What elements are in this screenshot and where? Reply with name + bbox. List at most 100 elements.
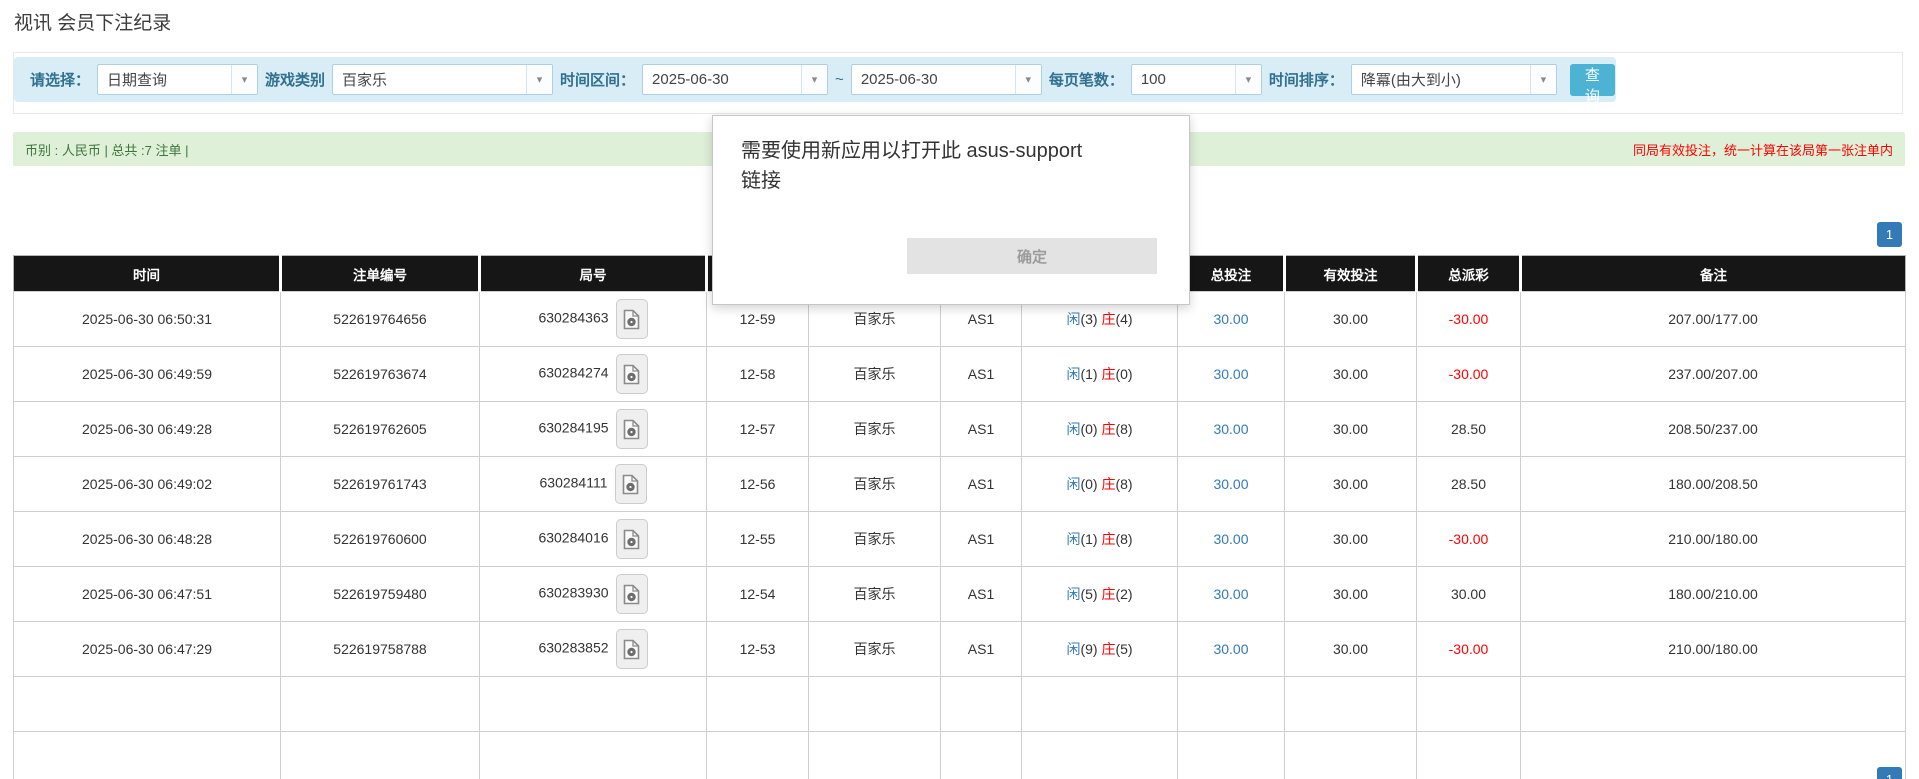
cell-total-bet: 30.00: [1178, 622, 1285, 677]
cell-round-no: 630284363: [480, 292, 707, 347]
totals-valid-bet: 210.00: [1285, 732, 1417, 779]
cell-remark: 208.50/237.00: [1521, 402, 1906, 457]
banker-label: 庄: [1101, 421, 1115, 437]
date-to-dropdown[interactable]: 2025-06-30 ▾: [851, 64, 1042, 95]
date-to-value[interactable]: 2025-06-30: [852, 65, 1015, 94]
total-bet-link[interactable]: 30.00: [1213, 586, 1248, 602]
video-icon[interactable]: [616, 574, 648, 614]
cell-time: 2025-06-30 06:47:29: [14, 622, 281, 677]
per-page-value[interactable]: 100: [1132, 65, 1235, 94]
total-bet-link[interactable]: 30.00: [1213, 641, 1248, 657]
pagination-page-button-top[interactable]: 1: [1877, 222, 1902, 247]
cell-valid-bet: 30.00: [1285, 457, 1417, 512]
chevron-down-icon[interactable]: ▾: [231, 65, 257, 94]
game-type-value[interactable]: 百家乐: [333, 65, 526, 94]
confirm-button[interactable]: 确定: [907, 238, 1157, 274]
tilde-separator: ~: [835, 71, 844, 88]
search-button[interactable]: 查询: [1570, 64, 1615, 96]
cell-payout: -30.00: [1417, 347, 1521, 402]
totals-empty: [809, 732, 941, 779]
totals-empty: [480, 677, 707, 732]
summary-currency-count: 币别 : 人民币 | 总共 :7 注单 |: [25, 140, 189, 159]
total-bet-link[interactable]: 30.00: [1213, 421, 1248, 437]
pagination-page-button-bottom[interactable]: 1: [1877, 767, 1902, 779]
table-row: 2025-06-30 06:47:51522619759480630283930…: [14, 567, 1906, 622]
cell-order-no: 522619761743: [281, 457, 480, 512]
player-count: (3): [1080, 311, 1101, 327]
time-sort-value[interactable]: 降冪(由大到小): [1352, 65, 1530, 94]
cell-game: 百家乐: [809, 402, 941, 457]
video-icon[interactable]: [616, 354, 648, 394]
grand-total-row: 总计7210.00210.00-33.00: [14, 732, 1906, 779]
totals-empty: [707, 732, 809, 779]
chevron-down-icon[interactable]: ▾: [1530, 65, 1556, 94]
total-bet-link[interactable]: 30.00: [1213, 476, 1248, 492]
chevron-down-icon[interactable]: ▾: [801, 65, 827, 94]
cell-play-type: AS1: [941, 457, 1022, 512]
round-no: 630284274: [538, 365, 608, 381]
player-count: (1): [1080, 531, 1101, 547]
totals-empty: [941, 677, 1022, 732]
game-type-dropdown[interactable]: 百家乐 ▾: [332, 64, 553, 95]
round-no: 630283930: [538, 585, 608, 601]
table-row: 2025-06-30 06:49:28522619762605630284195…: [14, 402, 1906, 457]
select-type-value[interactable]: 日期查询: [98, 65, 231, 94]
totals-total-bet: 210.00: [1178, 677, 1285, 732]
select-type-dropdown[interactable]: 日期查询 ▾: [97, 64, 258, 95]
video-icon[interactable]: [616, 409, 648, 449]
column-header-3: 局号: [480, 256, 707, 292]
video-icon[interactable]: [616, 519, 648, 559]
betting-records-table: 时间注单编号局号总投注有效投注总派彩备注 2025-06-30 06:50:31…: [13, 255, 1906, 779]
table-row: 2025-06-30 06:47:29522619758788630283852…: [14, 622, 1906, 677]
banker-count: (8): [1115, 476, 1132, 492]
time-sort-label: 时间排序：: [1269, 69, 1344, 90]
video-icon[interactable]: [616, 299, 648, 339]
banker-label: 庄: [1101, 586, 1115, 602]
totals-empty: [941, 732, 1022, 779]
banker-count: (0): [1115, 366, 1132, 382]
cell-round-no: 630283852: [480, 622, 707, 677]
player-count: (0): [1080, 476, 1101, 492]
cell-order-no: 522619764656: [281, 292, 480, 347]
chevron-down-icon[interactable]: ▾: [1235, 65, 1261, 94]
cell-order-no: 522619762605: [281, 402, 480, 457]
column-header-2: 注单编号: [281, 256, 480, 292]
column-header-10: 总派彩: [1417, 256, 1521, 292]
banker-label: 庄: [1101, 531, 1115, 547]
player-label: 闲: [1066, 366, 1080, 382]
banker-count: (8): [1115, 531, 1132, 547]
time-sort-dropdown[interactable]: 降冪(由大到小) ▾: [1351, 64, 1557, 95]
total-bet-link[interactable]: 30.00: [1213, 366, 1248, 382]
banker-count: (8): [1115, 421, 1132, 437]
cell-round-no: 630284111: [480, 457, 707, 512]
cell-remark: 210.00/180.00: [1521, 622, 1906, 677]
cell-total-bet: 30.00: [1178, 402, 1285, 457]
chevron-down-icon[interactable]: ▾: [526, 65, 552, 94]
round-no: 630283852: [538, 640, 608, 656]
date-from-dropdown[interactable]: 2025-06-30 ▾: [642, 64, 828, 95]
subtotal-row: 小计7210.00210.00-33.00: [14, 677, 1906, 732]
cell-order-no: 522619760600: [281, 512, 480, 567]
total-bet-link[interactable]: 30.00: [1213, 531, 1248, 547]
cell-time: 2025-06-30 06:49:59: [14, 347, 281, 402]
cell-table-no: 12-53: [707, 622, 809, 677]
column-header-1: 时间: [14, 256, 281, 292]
video-icon[interactable]: [615, 464, 647, 504]
open-external-app-dialog: 需要使用新应用以打开此 asus-support 链接 确定: [712, 115, 1190, 305]
date-from-value[interactable]: 2025-06-30: [643, 65, 801, 94]
video-icon[interactable]: [616, 629, 648, 669]
cell-payout: 28.50: [1417, 402, 1521, 457]
cell-table-no: 12-54: [707, 567, 809, 622]
column-header-8: 总投注: [1178, 256, 1285, 292]
total-bet-link[interactable]: 30.00: [1213, 311, 1248, 327]
player-label: 闲: [1066, 311, 1080, 327]
cell-game: 百家乐: [809, 622, 941, 677]
totals-empty: [1022, 677, 1178, 732]
chevron-down-icon[interactable]: ▾: [1015, 65, 1041, 94]
column-header-9: 有效投注: [1285, 256, 1417, 292]
per-page-dropdown[interactable]: 100 ▾: [1131, 64, 1262, 95]
cell-valid-bet: 30.00: [1285, 512, 1417, 567]
cell-game: 百家乐: [809, 457, 941, 512]
column-header-11: 备注: [1521, 256, 1906, 292]
totals-empty: [1022, 732, 1178, 779]
